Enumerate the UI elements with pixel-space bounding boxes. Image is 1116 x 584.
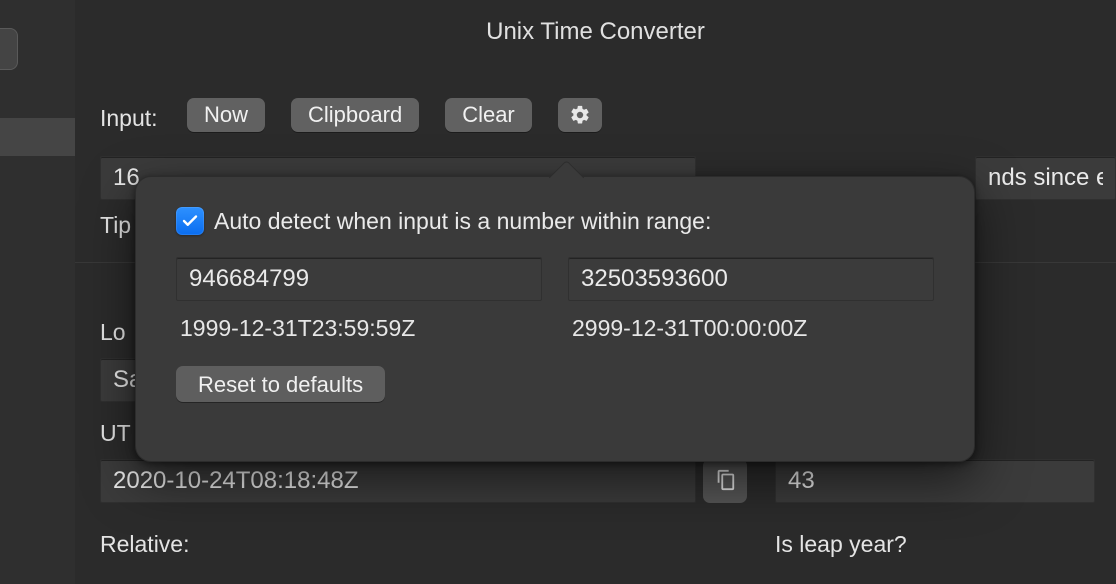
tip-label-fragment: Tip — [100, 212, 131, 239]
gear-icon — [569, 104, 591, 126]
auto-detect-checkbox[interactable] — [176, 207, 204, 235]
copy-utc-button[interactable] — [703, 459, 747, 503]
auto-detect-row: Auto detect when input is a number withi… — [176, 207, 934, 235]
left-column-stub — [0, 0, 75, 584]
local-label-fragment: Lo — [100, 319, 126, 346]
main-panel: Unix Time Converter Input: Now Clipboard… — [75, 0, 1116, 584]
now-button[interactable]: Now — [187, 98, 265, 132]
copy-icon — [714, 469, 736, 494]
leap-year-label: Is leap year? — [775, 531, 907, 558]
auto-detect-label: Auto detect when input is a number withi… — [214, 208, 711, 235]
input-label: Input: — [100, 105, 158, 132]
range-grid: 1999-12-31T23:59:59Z 2999-12-31T00:00:00… — [176, 257, 934, 342]
week-number-field[interactable] — [775, 459, 1095, 503]
sidebar-selection-stub — [0, 118, 75, 156]
units-select[interactable] — [975, 156, 1116, 200]
clear-button[interactable]: Clear — [445, 98, 532, 132]
reset-defaults-button[interactable]: Reset to defaults — [176, 366, 385, 402]
toolbar-stub — [0, 28, 18, 70]
utc-label-fragment: UT — [100, 420, 131, 447]
settings-button[interactable] — [558, 98, 602, 132]
range-max-input[interactable] — [568, 257, 934, 301]
settings-popover: Auto detect when input is a number withi… — [135, 176, 975, 462]
range-max-date: 2999-12-31T00:00:00Z — [568, 315, 934, 342]
utc-iso-field[interactable] — [100, 459, 696, 503]
clipboard-button[interactable]: Clipboard — [291, 98, 419, 132]
relative-label: Relative: — [100, 531, 189, 558]
page-title: Unix Time Converter — [75, 18, 1116, 46]
input-button-row: Now Clipboard Clear — [187, 98, 602, 132]
range-min-date: 1999-12-31T23:59:59Z — [176, 315, 542, 342]
range-min-input[interactable] — [176, 257, 542, 301]
